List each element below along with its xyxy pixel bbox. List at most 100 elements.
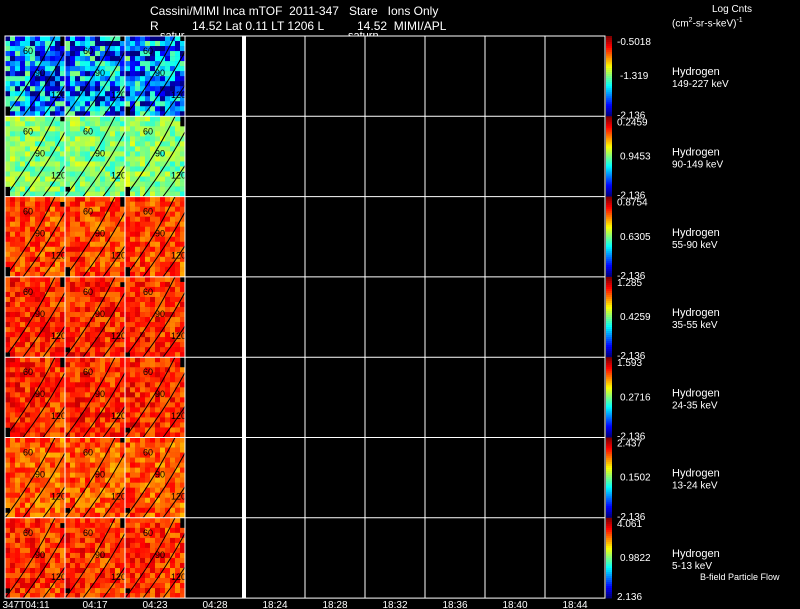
heatmap-cell — [175, 392, 181, 398]
heatmap-cell — [175, 522, 181, 529]
heatmap-cell — [70, 392, 76, 398]
heatmap-cell — [25, 382, 31, 388]
heatmap-cell — [155, 116, 161, 122]
heatmap-cell — [165, 36, 171, 42]
heatmap-cell — [130, 467, 136, 473]
heatmap-cell — [155, 372, 161, 378]
heatmap-cell — [130, 312, 136, 318]
colorbar-segment — [606, 290, 612, 294]
heatmap-cell — [75, 66, 81, 72]
heatmap-cell — [15, 462, 21, 468]
heatmap-cell — [65, 542, 71, 549]
colorbar-segment — [606, 501, 612, 505]
colorbar-segment — [606, 296, 612, 300]
heatmap-cell — [30, 276, 36, 283]
heatmap-cell — [45, 387, 51, 393]
heatmap-cell — [95, 216, 101, 222]
heatmap-cell — [55, 527, 61, 534]
heatmap-cell — [95, 407, 101, 413]
heatmap-cell — [125, 337, 131, 343]
heatmap-cell — [80, 61, 86, 67]
heatmap-cell — [85, 492, 91, 499]
heatmap-cell — [125, 472, 131, 478]
heatmap-cell — [55, 106, 61, 112]
heatmap-cell — [20, 437, 26, 443]
heatmap-cell — [90, 332, 96, 338]
heatmap-cell — [155, 216, 161, 222]
heatmap-cell — [130, 447, 136, 453]
heatmap-cell — [140, 387, 146, 393]
heatmap-cell — [75, 362, 81, 368]
heatmap-cell — [130, 236, 136, 243]
heatmap-cell — [165, 61, 171, 67]
energy-label: 24-35 keV — [672, 400, 718, 411]
colorbar-max-label: 0.2459 — [617, 117, 648, 128]
heatmap-cell — [165, 101, 171, 107]
heatmap-cell — [135, 382, 141, 388]
heatmap-cell — [165, 246, 171, 253]
heatmap-cell — [25, 578, 31, 584]
heatmap-cell — [5, 51, 11, 57]
heatmap-cell — [105, 261, 111, 268]
heatmap-cell — [30, 382, 36, 388]
colorbar-segment — [606, 294, 612, 298]
heatmap-cell — [130, 56, 136, 62]
heatmap-cell — [105, 377, 111, 383]
heatmap-cell — [145, 116, 151, 122]
heatmap-cell — [65, 131, 71, 137]
heatmap-cell — [170, 527, 176, 534]
heatmap-cell — [55, 181, 61, 187]
colorbar-mid-label: -1.319 — [620, 71, 649, 82]
heatmap-cell — [150, 81, 156, 87]
heatmap-cell — [65, 136, 71, 142]
heatmap-cell — [110, 322, 116, 328]
heatmap-cell — [75, 442, 81, 448]
heatmap-cell — [100, 41, 106, 47]
heatmap-cell — [10, 557, 16, 564]
heatmap-cell — [30, 266, 36, 273]
colorbar-segment — [606, 158, 612, 161]
heatmap-cell — [65, 562, 71, 569]
colorbar-segment — [606, 351, 612, 354]
heatmap-cell — [145, 146, 151, 152]
colorbar-segment — [606, 154, 612, 157]
contour-label: 60 — [143, 287, 153, 297]
heatmap-cell — [110, 61, 116, 67]
heatmap-cell — [125, 301, 131, 308]
heatmap-cell — [10, 286, 16, 293]
species-label: Hydrogen — [672, 548, 720, 560]
heatmap-cell — [155, 291, 161, 298]
heatmap-cell — [155, 527, 161, 534]
colorbar-segment — [606, 435, 612, 438]
heatmap-cell — [105, 196, 111, 202]
colorbar-segment — [606, 220, 612, 223]
heatmap-cell — [5, 527, 11, 534]
heatmap-cell — [135, 221, 141, 228]
heatmap-cell — [135, 442, 141, 448]
colorbar-segment — [606, 180, 612, 183]
heatmap-cell — [125, 241, 131, 248]
heatmap-cell — [150, 86, 156, 92]
heatmap-cell — [25, 226, 31, 233]
heatmap-cell — [140, 402, 146, 408]
colorbar-segment — [606, 509, 612, 513]
heatmap-cell — [95, 507, 101, 514]
energy-label: 149-227 keV — [672, 79, 729, 90]
colorbar-segment — [606, 140, 612, 143]
contour-label: 120 — [111, 572, 126, 582]
heatmap-cell — [125, 477, 131, 483]
heatmap-cell — [5, 322, 11, 328]
heatmap-cell — [160, 362, 166, 368]
heatmap-cell — [5, 462, 11, 468]
heatmap-cell — [110, 81, 116, 87]
heatmap-cell — [145, 537, 151, 544]
contour-label: 120 — [171, 331, 186, 341]
heatmap-cell — [140, 462, 146, 468]
heatmap-cell — [25, 583, 31, 589]
heatmap-cell — [155, 437, 161, 443]
heatmap-cell — [140, 467, 146, 473]
heatmap-cell — [150, 221, 156, 228]
heatmap-cell — [85, 377, 91, 383]
heatmap-cell — [160, 196, 166, 202]
heatmap-cell — [70, 76, 76, 82]
